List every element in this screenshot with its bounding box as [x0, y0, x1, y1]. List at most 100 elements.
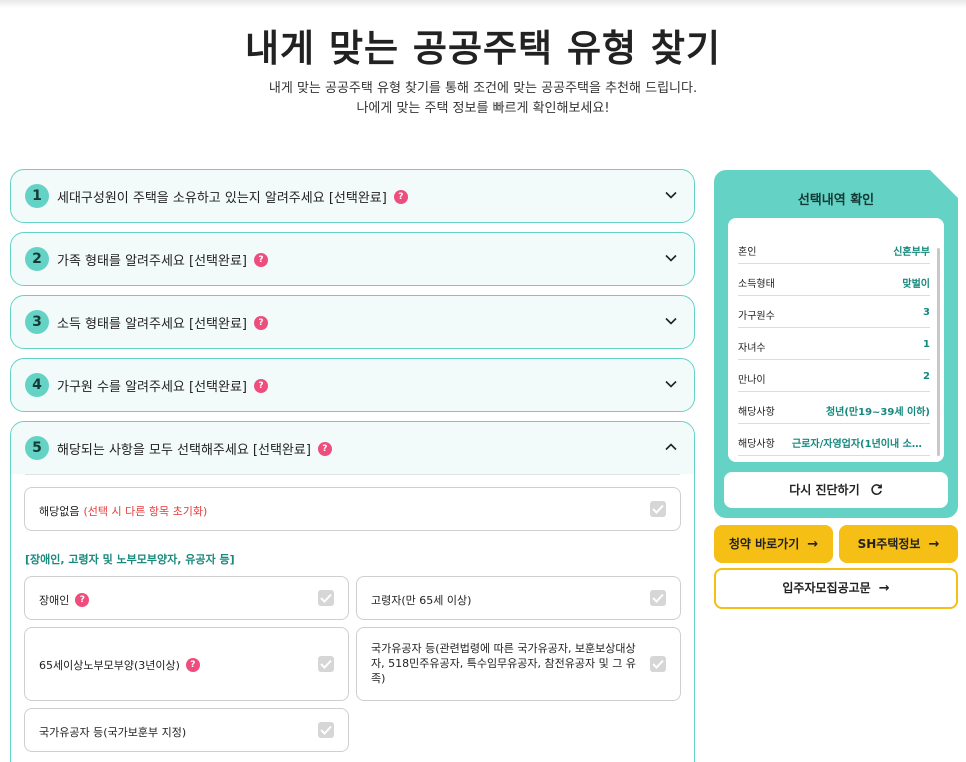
summary-value: 근로자/자영업자(1년이내 소득...	[792, 439, 930, 450]
step-3-title: 소득 형태를 알려주세요 [선택완료]	[57, 317, 247, 332]
summary-value: 1	[923, 339, 930, 350]
option-group-label: [장애인, 고령자 및 노부모부양자, 유공자 등]	[25, 553, 235, 566]
tenant-notice-label: 입주자모집공고문	[782, 581, 871, 595]
summary-row: 만나이 2	[738, 360, 930, 392]
summary-row: 해당사항 근로자/자영업자(1년이내 소득...	[738, 424, 930, 456]
help-icon[interactable]: ?	[253, 315, 268, 330]
summary-key: 가구원수	[738, 311, 775, 322]
option-merit-designated[interactable]: 국가유공자 등(국가보훈부 지정)	[24, 708, 349, 752]
step-1-number: 1	[25, 184, 49, 208]
help-icon[interactable]: ?	[393, 189, 408, 204]
tenant-notice-button[interactable]: 입주자모집공고문 →	[714, 568, 958, 609]
subscription-shortcut-button[interactable]: 청약 바로가기 →	[714, 525, 833, 563]
summary-value: 청년(만19~39세 이하)	[825, 407, 930, 418]
step-4-number: 4	[25, 373, 49, 397]
option-none-label: 해당없음	[39, 505, 80, 518]
option-elderly-label-wrap: 고령자(만 65세 이상)	[371, 592, 471, 608]
option-none-warning: (선택 시 다른 항목 초기화)	[83, 505, 208, 518]
checkbox[interactable]	[318, 722, 334, 738]
check-icon	[652, 659, 664, 669]
step-1-title-wrap: 세대구성원이 주택을 소유하고 있는지 알려주세요 [선택완료] ?	[57, 187, 408, 206]
option-disabled-label: 장애인	[39, 594, 70, 607]
step-5-divider	[25, 474, 680, 475]
summary-row: 소득형태 맞벌이	[738, 264, 930, 296]
checkbox[interactable]	[650, 501, 666, 517]
summary-row: 가구원수 3	[738, 296, 930, 328]
retry-diagnosis-button[interactable]: 다시 진단하기	[724, 472, 948, 508]
chevron-down-icon[interactable]	[664, 251, 678, 265]
chevron-down-icon[interactable]	[664, 188, 678, 202]
chevron-up-icon[interactable]	[664, 440, 678, 454]
option-elderly[interactable]: 고령자(만 65세 이상)	[356, 576, 681, 620]
step-2-header[interactable]: 2 가족 형태를 알려주세요 [선택완료] ?	[11, 233, 694, 285]
option-none-label-wrap: 해당없음 (선택 시 다른 항목 초기화)	[39, 503, 207, 519]
step-3-number: 3	[25, 310, 49, 334]
page-title: 내게 맞는 공공주택 유형 찾기	[244, 27, 721, 70]
sh-housing-info-button[interactable]: SH주택정보 →	[839, 525, 958, 563]
summary-value: 신혼부부	[893, 247, 930, 258]
summary-row: 자녀수 1	[738, 328, 930, 360]
option-disabled[interactable]: 장애인 ?	[24, 576, 349, 620]
check-icon	[652, 504, 664, 514]
checkbox[interactable]	[650, 590, 666, 606]
step-5-number: 5	[25, 436, 49, 460]
step-1-accordion: 1 세대구성원이 주택을 소유하고 있는지 알려주세요 [선택완료] ?	[10, 169, 695, 223]
step-5-header[interactable]: 5 해당되는 사항을 모두 선택해주세요 [선택완료] ?	[11, 422, 694, 474]
option-parent-support-label: 65세이상노부모부양(3년이상)	[39, 659, 180, 672]
step-3-title-wrap: 소득 형태를 알려주세요 [선택완료] ?	[57, 313, 268, 332]
selection-summary-list[interactable]: 혼인 신혼부부 소득형태 맞벌이 가구원수 3 자녀수 1 만나이 2 해당사항…	[728, 218, 944, 462]
help-icon[interactable]: ?	[317, 441, 332, 456]
option-disabled-label-wrap: 장애인 ?	[39, 592, 90, 608]
chevron-down-icon[interactable]	[664, 314, 678, 328]
summary-key: 소득형태	[738, 279, 775, 290]
top-shadow-bar	[0, 0, 966, 8]
step-3-accordion: 3 소득 형태를 알려주세요 [선택완료] ?	[10, 295, 695, 349]
option-none[interactable]: 해당없음 (선택 시 다른 항목 초기화)	[24, 487, 681, 531]
step-4-title: 가구원 수를 알려주세요 [선택완료]	[57, 380, 247, 395]
summary-value: 맞벌이	[902, 279, 930, 290]
help-icon[interactable]: ?	[75, 593, 90, 607]
summary-row: 해당사항 청년(만19~39세 이하)	[738, 392, 930, 424]
step-5-title-wrap: 해당되는 사항을 모두 선택해주세요 [선택완료] ?	[57, 439, 332, 458]
help-icon[interactable]: ?	[253, 378, 268, 393]
step-2-number: 2	[25, 247, 49, 271]
selection-summary-panel: 선택내역 확인 혼인 신혼부부 소득형태 맞벌이 가구원수 3 자녀수 1 만나…	[714, 169, 959, 518]
option-parent-support[interactable]: 65세이상노부모부양(3년이상) ?	[24, 627, 349, 701]
subscription-shortcut-label: 청약 바로가기	[728, 537, 800, 551]
help-icon[interactable]: ?	[185, 658, 200, 672]
option-parent-support-label-wrap: 65세이상노부모부양(3년이상) ?	[39, 657, 200, 673]
summary-key: 혼인	[738, 247, 757, 258]
option-merit-legal[interactable]: 국가유공자 등(관련법령에 따른 국가유공자, 보훈보상대상자, 518민주유공…	[356, 627, 681, 701]
summary-key: 자녀수	[738, 343, 766, 354]
step-1-title: 세대구성원이 주택을 소유하고 있는지 알려주세요 [선택완료]	[57, 191, 387, 206]
page-subtitle-line1: 내게 맞는 공공주택 유형 찾기를 통해 조건에 맞는 공공주택을 추천해 드립…	[268, 81, 698, 96]
step-1-header[interactable]: 1 세대구성원이 주택을 소유하고 있는지 알려주세요 [선택완료] ?	[11, 170, 694, 222]
check-icon	[652, 593, 664, 603]
summary-row: 혼인 신혼부부	[738, 232, 930, 264]
checkbox[interactable]	[318, 590, 334, 606]
step-3-header[interactable]: 3 소득 형태를 알려주세요 [선택완료] ?	[11, 296, 694, 348]
refresh-icon	[871, 484, 882, 495]
check-icon	[320, 725, 332, 735]
step-4-header[interactable]: 4 가구원 수를 알려주세요 [선택완료] ?	[11, 359, 694, 411]
arrow-right-icon: →	[928, 537, 940, 552]
checkbox[interactable]	[650, 656, 666, 672]
checkbox[interactable]	[318, 656, 334, 672]
step-5-title: 해당되는 사항을 모두 선택해주세요 [선택완료]	[57, 443, 311, 458]
chevron-down-icon[interactable]	[664, 377, 678, 391]
retry-diagnosis-label: 다시 진단하기	[789, 483, 860, 497]
step-4-title-wrap: 가구원 수를 알려주세요 [선택완료] ?	[57, 376, 268, 395]
option-merit-designated-label-wrap: 국가유공자 등(국가보훈부 지정)	[39, 724, 186, 740]
page-subtitle-line2: 나에게 맞는 주택 정보를 빠르게 확인해보세요!	[356, 101, 610, 116]
summary-key: 해당사항	[738, 407, 775, 418]
arrow-right-icon: →	[878, 581, 890, 596]
step-2-accordion: 2 가족 형태를 알려주세요 [선택완료] ?	[10, 232, 695, 286]
summary-key: 만나이	[738, 375, 766, 386]
selection-summary-title: 선택내역 확인	[797, 193, 875, 208]
arrow-right-icon: →	[807, 537, 819, 552]
summary-scrollbar[interactable]	[937, 248, 940, 456]
summary-value: 2	[923, 371, 930, 382]
check-icon	[320, 659, 332, 669]
help-icon[interactable]: ?	[253, 252, 268, 267]
check-icon	[320, 593, 332, 603]
